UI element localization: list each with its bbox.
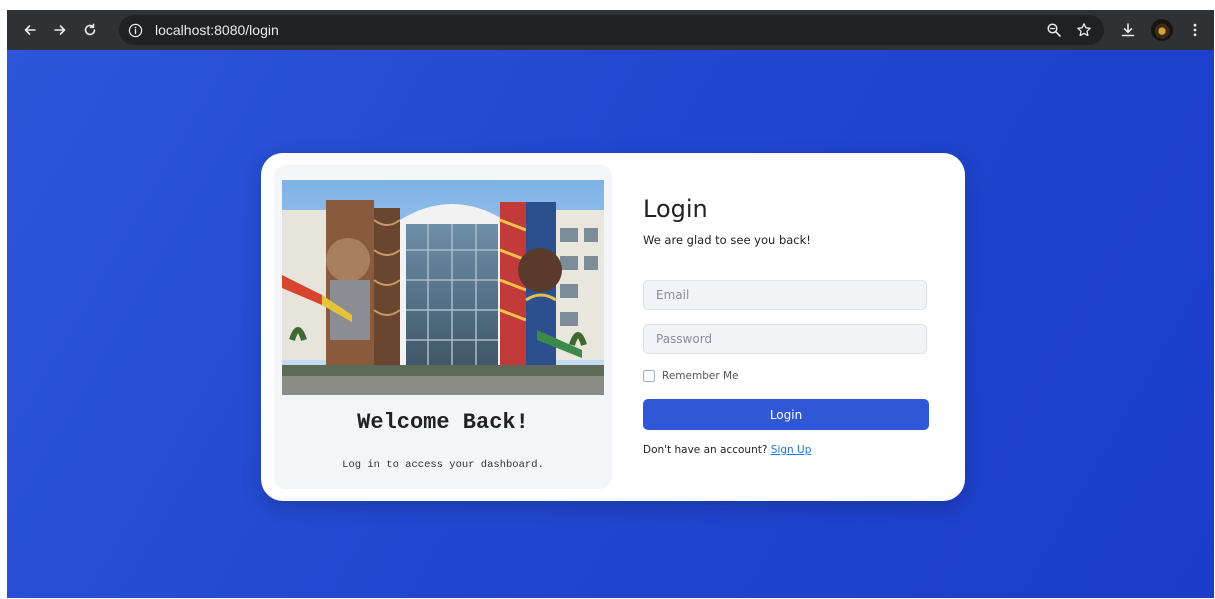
remember-me-row[interactable]: Remember Me: [643, 370, 739, 382]
profile-avatar[interactable]: [1151, 19, 1173, 41]
browser-toolbar: localhost:8080/login: [7, 10, 1214, 50]
welcome-subtitle: Log in to access your dashboard.: [342, 459, 544, 471]
signup-prompt-text: Don't have an account?: [643, 444, 768, 456]
bookmark-star-icon[interactable]: [1076, 22, 1092, 38]
reload-icon[interactable]: [77, 17, 103, 43]
password-input[interactable]: [643, 324, 927, 354]
signup-prompt-row: Don't have an account? Sign Up: [643, 444, 811, 456]
login-page: Welcome Back! Log in to access your dash…: [7, 50, 1214, 598]
address-bar[interactable]: localhost:8080/login: [119, 15, 1104, 45]
remember-me-checkbox[interactable]: [643, 370, 655, 382]
site-info-icon[interactable]: [127, 22, 143, 38]
login-form: Login We are glad to see you back! Remem…: [643, 153, 933, 501]
welcome-title: Welcome Back!: [357, 410, 529, 435]
welcome-panel: Welcome Back! Log in to access your dash…: [274, 165, 612, 489]
zoom-icon[interactable]: [1046, 22, 1062, 38]
login-card: Welcome Back! Log in to access your dash…: [261, 153, 965, 501]
campus-building-image: [282, 180, 604, 395]
remember-me-label: Remember Me: [662, 370, 739, 382]
more-menu-icon[interactable]: [1182, 17, 1208, 43]
signup-link[interactable]: Sign Up: [771, 444, 812, 456]
login-subheading: We are glad to see you back!: [643, 233, 811, 247]
email-input[interactable]: [643, 280, 927, 310]
login-heading: Login: [643, 195, 708, 223]
login-button[interactable]: Login: [643, 399, 929, 430]
back-arrow-icon[interactable]: [17, 17, 43, 43]
forward-arrow-icon[interactable]: [47, 17, 73, 43]
url-text: localhost:8080/login: [155, 22, 279, 38]
browser-window: localhost:8080/login Welcome Back! Log i…: [7, 10, 1214, 598]
download-icon[interactable]: [1115, 17, 1141, 43]
